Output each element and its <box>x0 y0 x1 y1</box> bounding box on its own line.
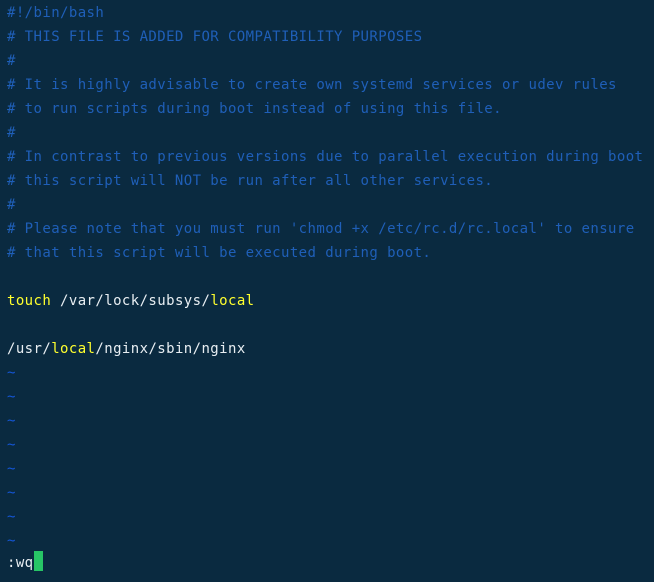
buffer-line <box>7 313 643 337</box>
buffer-line: # to run scripts during boot instead of … <box>7 97 643 121</box>
buffer-line: # <box>7 193 643 217</box>
line-segment: # that this script will be executed duri… <box>7 245 432 261</box>
buffer-line: # It is highly advisable to create own s… <box>7 73 643 97</box>
line-segment: ~ <box>7 533 16 549</box>
line-segment: # In contrast to previous versions due t… <box>7 149 644 165</box>
line-segment: # to run scripts during boot instead of … <box>7 101 502 117</box>
buffer-line: ~ <box>7 433 643 457</box>
line-segment: ~ <box>7 365 16 381</box>
vim-terminal-window[interactable]: #!/bin/bash # THIS FILE IS ADDED FOR COMP… <box>0 0 654 582</box>
line-segment: ~ <box>7 413 16 429</box>
line-segment: # this script will NOT be run after all … <box>7 173 494 189</box>
text-cursor <box>33 551 43 571</box>
buffer-line: #!/bin/bash <box>7 1 643 25</box>
buffer-line: /usr/local/nginx/sbin/nginx <box>7 337 643 361</box>
buffer-line: ~ <box>7 505 643 529</box>
buffer-line: ~ <box>7 529 643 553</box>
buffer-line: # <box>7 121 643 145</box>
buffer-line: # that this script will be executed duri… <box>7 241 643 265</box>
line-segment: ~ <box>7 437 16 453</box>
line-segment: local <box>210 293 255 309</box>
buffer-line: ~ <box>7 409 643 433</box>
buffer-line: # <box>7 49 643 73</box>
buffer-line: # this script will NOT be run after all … <box>7 169 643 193</box>
line-segment: ~ <box>7 509 16 525</box>
line-segment: ~ <box>7 461 16 477</box>
line-segment: # <box>7 125 16 141</box>
buffer-line: # In contrast to previous versions due t… <box>7 145 643 169</box>
line-segment: ~ <box>7 485 16 501</box>
line-segment: #!/bin/bash <box>7 5 105 21</box>
line-segment: # <box>7 53 16 69</box>
buffer-line: # Please note that you must run 'chmod +… <box>7 217 643 241</box>
line-segment: touch <box>7 293 52 309</box>
line-segment: ~ <box>7 389 16 405</box>
vim-command-text: :wq <box>7 555 34 571</box>
buffer-line: ~ <box>7 385 643 409</box>
buffer-line: # THIS FILE IS ADDED FOR COMPATIBILITY P… <box>7 25 643 49</box>
buffer-line: ~ <box>7 361 643 385</box>
line-segment: # <box>7 197 16 213</box>
buffer-line <box>7 265 643 289</box>
line-segment: # It is highly advisable to create own s… <box>7 77 617 93</box>
line-segment: /nginx/sbin/nginx <box>95 341 246 357</box>
line-segment: # THIS FILE IS ADDED FOR COMPATIBILITY P… <box>7 29 423 45</box>
buffer-line: touch /var/lock/subsys/local <box>7 289 643 313</box>
line-segment: # Please note that you must run 'chmod +… <box>7 221 635 237</box>
line-segment: /var/lock/subsys/ <box>51 293 211 309</box>
line-segment: /usr/ <box>7 341 52 357</box>
buffer-line: ~ <box>7 481 643 505</box>
vim-command-line[interactable]: :wq <box>0 551 43 575</box>
vim-text-buffer[interactable]: #!/bin/bash # THIS FILE IS ADDED FOR COMP… <box>0 0 643 553</box>
buffer-line: ~ <box>7 457 643 481</box>
line-segment: local <box>51 341 96 357</box>
